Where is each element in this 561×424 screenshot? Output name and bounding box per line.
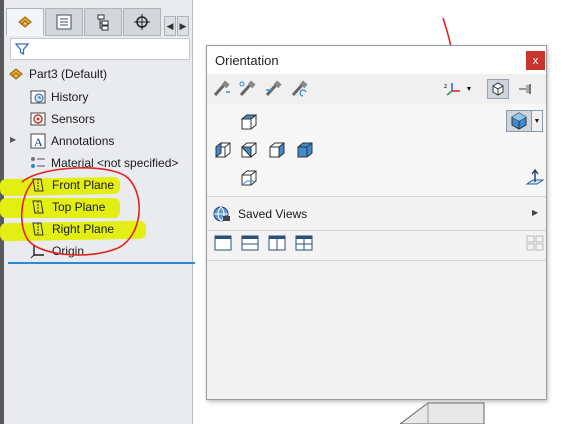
reset-views-button[interactable] bbox=[263, 79, 285, 99]
svg-text:z: z bbox=[444, 83, 447, 90]
back-view-cube-icon[interactable] bbox=[295, 140, 315, 160]
viewport-layouts-row bbox=[207, 230, 546, 261]
axis-triad-icon: z bbox=[444, 83, 460, 96]
view-selector-button[interactable] bbox=[487, 79, 509, 99]
normal-to-icon[interactable] bbox=[525, 168, 545, 188]
dialog-title: Orientation bbox=[215, 53, 279, 68]
link-views-icon[interactable] bbox=[525, 234, 545, 252]
globe-camera-icon bbox=[213, 206, 230, 222]
saved-views-row[interactable]: Saved Views ▶ bbox=[207, 198, 546, 231]
chevron-down-icon: ▼ bbox=[465, 85, 473, 93]
two-view-vertical-icon[interactable] bbox=[268, 235, 286, 251]
view-selector-toggle-button[interactable] bbox=[289, 79, 311, 99]
new-view-button[interactable] bbox=[211, 79, 233, 99]
standard-views-panel: ▼ bbox=[207, 104, 546, 197]
chevron-down-icon: ▼ bbox=[533, 117, 541, 125]
single-view-icon[interactable] bbox=[214, 235, 232, 251]
camera-pin-icon bbox=[213, 80, 230, 97]
pin-icon bbox=[519, 84, 531, 94]
dialog-title-bar[interactable]: Orientation x bbox=[207, 46, 546, 74]
top-view-cube-icon[interactable] bbox=[239, 112, 259, 132]
model-edge-graphic bbox=[400, 402, 485, 424]
orientation-dialog: Orientation x z ▼ ▼ Saved Views ▶ bbox=[206, 45, 547, 400]
left-view-cube-icon[interactable] bbox=[213, 140, 233, 160]
chevron-right-icon: ▶ bbox=[532, 208, 539, 217]
camera-pin-update-icon bbox=[239, 80, 256, 97]
isometric-cube-icon bbox=[511, 112, 527, 130]
cube-view-icon bbox=[492, 82, 504, 96]
orientation-toolbar: z ▼ bbox=[207, 74, 546, 105]
pin-dialog-button[interactable] bbox=[515, 79, 537, 99]
two-view-horizontal-icon[interactable] bbox=[241, 235, 259, 251]
close-button[interactable]: x bbox=[526, 51, 545, 70]
isometric-view-button[interactable] bbox=[506, 110, 532, 132]
isometric-view-dropdown[interactable]: ▼ bbox=[532, 110, 543, 132]
right-view-cube-icon[interactable] bbox=[267, 140, 287, 160]
camera-reset-icon bbox=[265, 80, 282, 97]
bottom-view-cube-icon[interactable] bbox=[239, 168, 259, 188]
camera-refresh-icon bbox=[291, 80, 308, 97]
triad-dropdown-button[interactable]: z ▼ bbox=[443, 79, 473, 99]
front-view-cube-icon[interactable] bbox=[239, 140, 259, 160]
four-view-icon[interactable] bbox=[295, 235, 313, 251]
update-view-button[interactable] bbox=[237, 79, 259, 99]
saved-views-label: Saved Views bbox=[238, 207, 308, 221]
